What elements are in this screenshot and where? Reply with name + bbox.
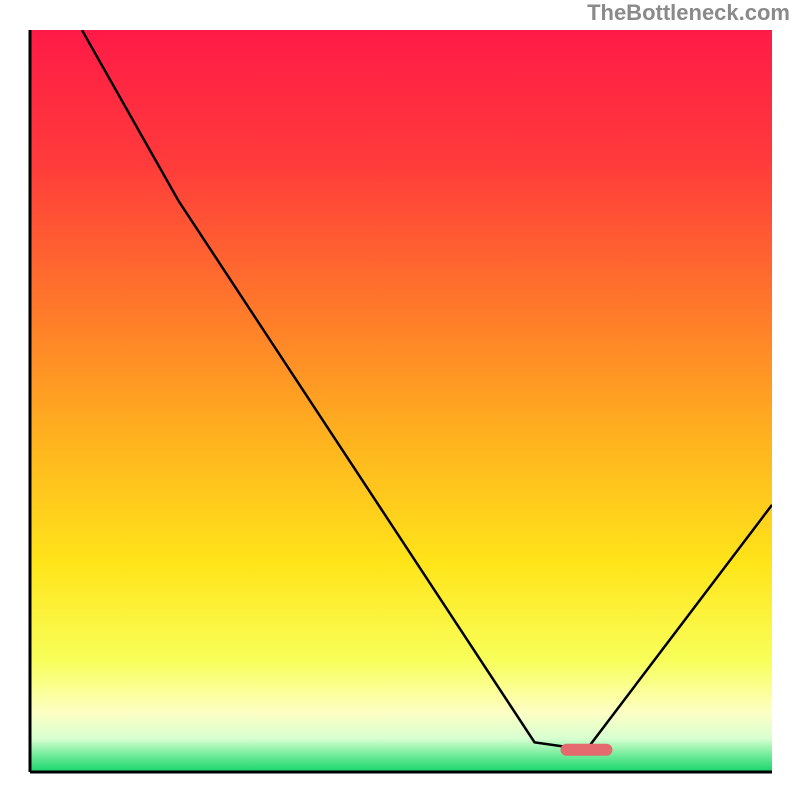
- gradient-background: [30, 30, 772, 772]
- chart-stage: TheBottleneck.com: [0, 0, 800, 800]
- optimal-marker: [561, 744, 613, 756]
- watermark-text: TheBottleneck.com: [587, 0, 790, 26]
- chart-canvas: [0, 0, 800, 800]
